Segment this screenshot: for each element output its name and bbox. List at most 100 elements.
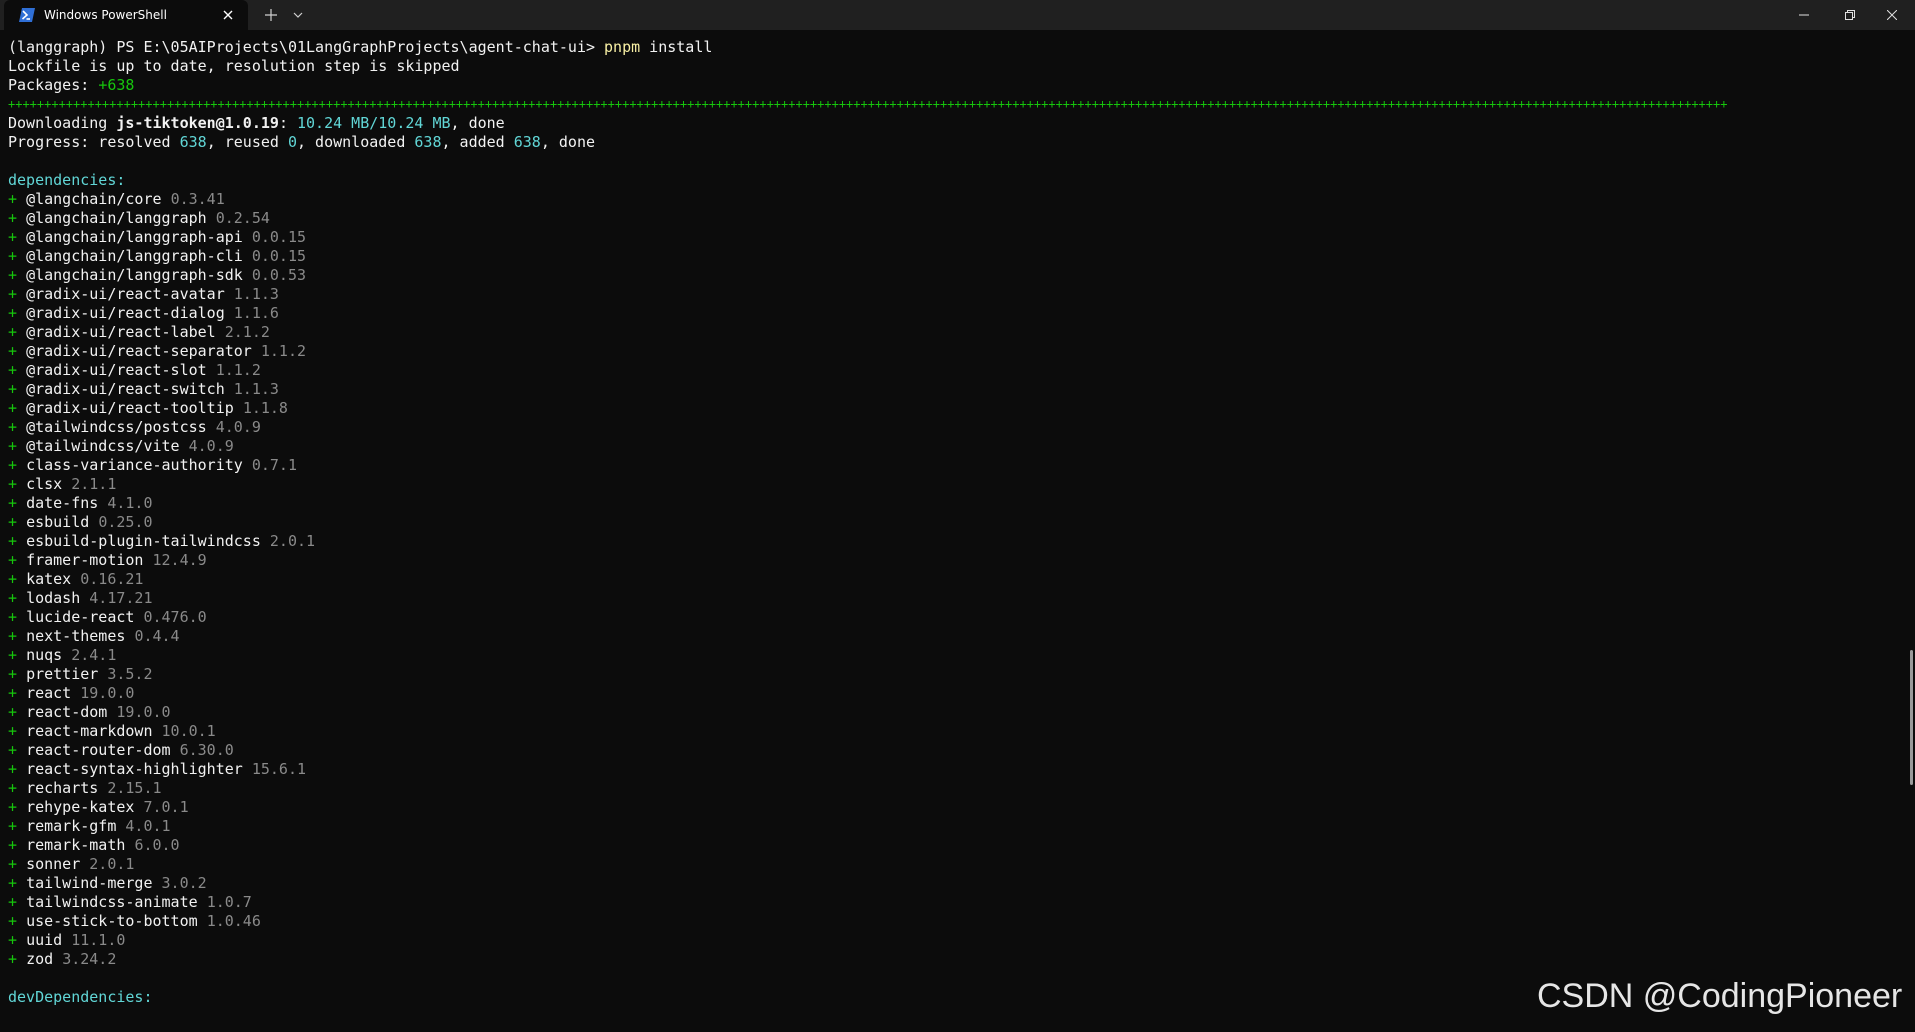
dependency-item: + @radix-ui/react-slot 1.1.2 <box>8 361 1898 380</box>
tab-windows-powershell[interactable]: Windows PowerShell <box>4 0 248 30</box>
dependency-plus: + <box>8 893 27 911</box>
dependency-name: prettier <box>26 665 99 683</box>
dependency-item: + @langchain/langgraph 0.2.54 <box>8 209 1898 228</box>
dependency-name: @radix-ui/react-switch <box>26 380 225 398</box>
dependency-plus: + <box>8 513 27 531</box>
dependency-item: + lucide-react 0.476.0 <box>8 608 1898 627</box>
dependency-list: + @langchain/core 0.3.41 + @langchain/lan… <box>8 190 1898 969</box>
dependency-item: + react-syntax-highlighter 15.6.1 <box>8 760 1898 779</box>
dependency-plus: + <box>8 399 27 417</box>
title-bar: Windows PowerShell <box>0 0 1915 30</box>
dependency-name: tailwind-merge <box>26 874 153 892</box>
dependency-name: @langchain/langgraph-sdk <box>26 266 243 284</box>
dependency-plus: + <box>8 361 27 379</box>
dependency-name: lodash <box>26 589 81 607</box>
dependency-plus: + <box>8 741 27 759</box>
dependency-plus: + <box>8 950 27 968</box>
dependency-plus: + <box>8 703 27 721</box>
dependency-item: + prettier 3.5.2 <box>8 665 1898 684</box>
dependency-plus: + <box>8 608 27 626</box>
dependency-plus: + <box>8 532 27 550</box>
tab-title: Windows PowerShell <box>44 8 167 22</box>
dependency-version: 0.7.1 <box>251 456 297 474</box>
dependency-plus: + <box>8 627 27 645</box>
dependency-item: + @radix-ui/react-separator 1.1.2 <box>8 342 1898 361</box>
dependency-name: recharts <box>26 779 99 797</box>
dependency-plus: + <box>8 456 27 474</box>
dependency-plus: + <box>8 247 27 265</box>
dependency-item: + uuid 11.1.0 <box>8 931 1898 950</box>
dependency-name: tailwindcss-animate <box>26 893 198 911</box>
dependency-name: @radix-ui/react-slot <box>26 361 207 379</box>
dependency-name: rehype-katex <box>26 798 135 816</box>
dependency-plus: + <box>8 836 27 854</box>
dependency-item: + react-dom 19.0.0 <box>8 703 1898 722</box>
dependency-item: + tailwind-merge 3.0.2 <box>8 874 1898 893</box>
dependency-version: 1.1.3 <box>233 380 279 398</box>
terminal-output[interactable]: (langgraph) PS E:\05AIProjects\01LangGra… <box>8 38 1898 1032</box>
dependency-name: date-fns <box>26 494 99 512</box>
packages-line: Packages: +638 <box>8 76 135 94</box>
dependency-version: 1.1.3 <box>233 285 279 303</box>
dependency-item: + katex 0.16.21 <box>8 570 1898 589</box>
dependency-name: zod <box>26 950 54 968</box>
dependency-name: lucide-react <box>26 608 135 626</box>
dependency-version: 15.6.1 <box>251 760 307 778</box>
dependency-name: remark-gfm <box>26 817 117 835</box>
chevron-down-icon[interactable] <box>292 9 304 21</box>
dependency-plus: + <box>8 779 27 797</box>
dependency-version: 0.16.21 <box>80 570 144 588</box>
minimize-button[interactable] <box>1781 0 1827 30</box>
dependency-name: nuqs <box>26 646 63 664</box>
close-icon <box>1887 10 1897 20</box>
dependency-item: + framer-motion 12.4.9 <box>8 551 1898 570</box>
dependency-name: @langchain/langgraph-api <box>26 228 243 246</box>
dependency-item: + zod 3.24.2 <box>8 950 1898 969</box>
scrollbar-thumb[interactable] <box>1910 650 1913 785</box>
close-window-button[interactable] <box>1869 0 1915 30</box>
dependency-version: 19.0.0 <box>80 684 135 702</box>
dependency-name: @radix-ui/react-separator <box>26 342 252 360</box>
dependency-item: + class-variance-authority 0.7.1 <box>8 456 1898 475</box>
dependency-item: + esbuild 0.25.0 <box>8 513 1898 532</box>
close-icon[interactable] <box>220 7 236 23</box>
dependency-plus: + <box>8 551 27 569</box>
restore-button[interactable] <box>1827 0 1873 30</box>
dependency-item: + @radix-ui/react-tooltip 1.1.8 <box>8 399 1898 418</box>
prompt-line: (langgraph) PS E:\05AIProjects\01LangGra… <box>8 38 1898 57</box>
dependency-version: 1.0.46 <box>206 912 261 930</box>
dependency-version: 3.24.2 <box>62 950 117 968</box>
progress-plus-bar: ++++++++++++++++++++++++++++++++++++++++… <box>8 97 1728 111</box>
dependency-name: @langchain/core <box>26 190 162 208</box>
dependency-item: + @langchain/langgraph-sdk 0.0.53 <box>8 266 1898 285</box>
dependency-name: use-stick-to-bottom <box>26 912 198 930</box>
dependency-version: 1.0.7 <box>206 893 252 911</box>
dependency-item: + nuqs 2.4.1 <box>8 646 1898 665</box>
dependency-plus: + <box>8 855 27 873</box>
dependency-item: + @langchain/langgraph-api 0.0.15 <box>8 228 1898 247</box>
download-package: js-tiktoken@1.0.19 <box>116 114 279 132</box>
dependency-name: react-syntax-highlighter <box>26 760 243 778</box>
minimize-icon <box>1799 14 1809 16</box>
dependency-version: 2.0.1 <box>269 532 316 550</box>
dependency-item: + @tailwindcss/vite 4.0.9 <box>8 437 1898 456</box>
dependency-version: 4.17.21 <box>89 589 153 607</box>
dependency-plus: + <box>8 760 27 778</box>
downloading-line: Downloading js-tiktoken@1.0.19: 10.24 MB… <box>8 114 505 132</box>
dependency-plus: + <box>8 494 27 512</box>
dependency-plus: + <box>8 475 27 493</box>
dependency-plus: + <box>8 285 27 303</box>
dependency-item: + react-markdown 10.0.1 <box>8 722 1898 741</box>
dependency-item: + next-themes 0.4.4 <box>8 627 1898 646</box>
dependency-version: 7.0.1 <box>143 798 189 816</box>
powershell-icon <box>19 8 35 22</box>
dependency-name: react-router-dom <box>26 741 171 759</box>
dependency-version: 19.0.0 <box>116 703 171 721</box>
dependency-version: 0.0.15 <box>251 228 307 246</box>
dependency-version: 11.1.0 <box>71 931 126 949</box>
dependency-version: 0.0.53 <box>251 266 307 284</box>
dependency-name: esbuild <box>26 513 90 531</box>
dependency-name: uuid <box>26 931 63 949</box>
plus-icon[interactable] <box>262 6 280 24</box>
